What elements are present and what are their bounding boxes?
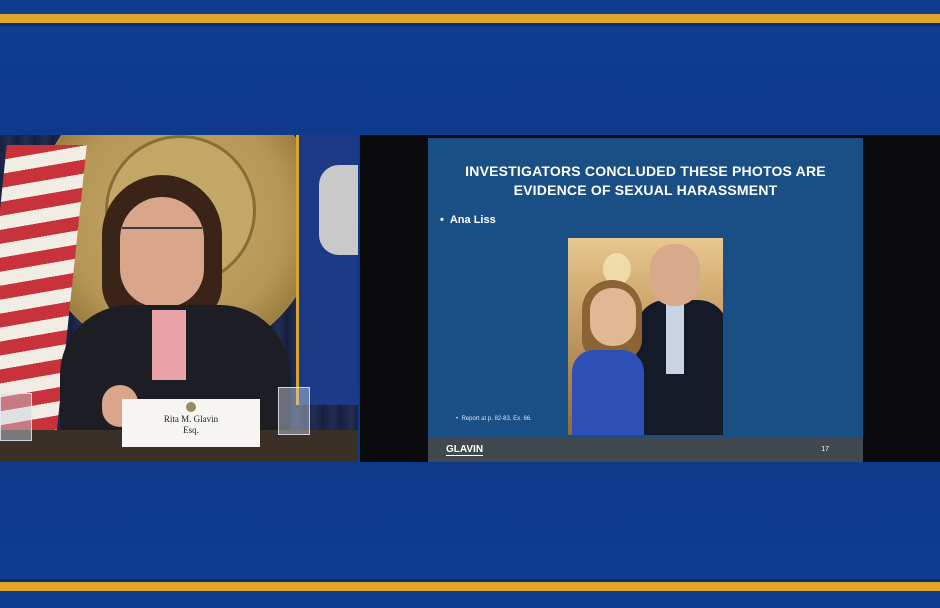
water-glass-right	[278, 387, 310, 435]
speaker-glasses	[122, 227, 202, 247]
nameplate-seal-icon	[186, 402, 196, 412]
slide-page-number: 17	[821, 446, 829, 453]
slide-footnote: • Report at p. 82-83, Ex. 66.	[456, 416, 532, 422]
footnote-text: Report at p. 82-83, Ex. 66.	[461, 416, 532, 422]
slide-footer: GLAVIN 17	[428, 438, 863, 462]
water-glass-left	[0, 393, 32, 441]
photo-man-head	[650, 244, 700, 306]
nameplate: Rita M. Glavin Esq.	[122, 399, 260, 447]
presentation-slide: INVESTIGATORS CONCLUDED THESE PHOTOS ARE…	[428, 138, 863, 462]
bottom-gold-stripe	[0, 582, 940, 591]
slide-title-line-2: EVIDENCE OF SEXUAL HARASSMENT	[513, 182, 778, 198]
speaker-face	[120, 197, 204, 307]
slide-bullet: • Ana Liss	[440, 214, 496, 226]
nameplate-name: Rita M. Glavin	[163, 414, 219, 424]
top-stripe-shadow	[0, 23, 940, 26]
slide-title-line-1: INVESTIGATORS CONCLUDED THESE PHOTOS ARE	[465, 163, 826, 179]
speaker-video: Rita M. Glavin Esq.	[0, 135, 358, 462]
photo-woman-dress	[572, 350, 644, 435]
speaker-blouse	[152, 310, 186, 380]
footer-logo: GLAVIN	[446, 444, 484, 456]
bullet-text: Ana Liss	[449, 214, 496, 226]
photo-man-shirt	[666, 304, 684, 374]
state-flag-emblem	[319, 165, 358, 255]
nameplate-title: Esq.	[183, 425, 199, 435]
evidence-photo	[568, 238, 723, 435]
state-flag	[296, 135, 358, 405]
top-gold-stripe	[0, 14, 940, 23]
bullet-dot-icon: •	[440, 214, 444, 226]
photo-woman-head	[590, 288, 636, 346]
slide-title: INVESTIGATORS CONCLUDED THESE PHOTOS ARE…	[428, 162, 863, 200]
